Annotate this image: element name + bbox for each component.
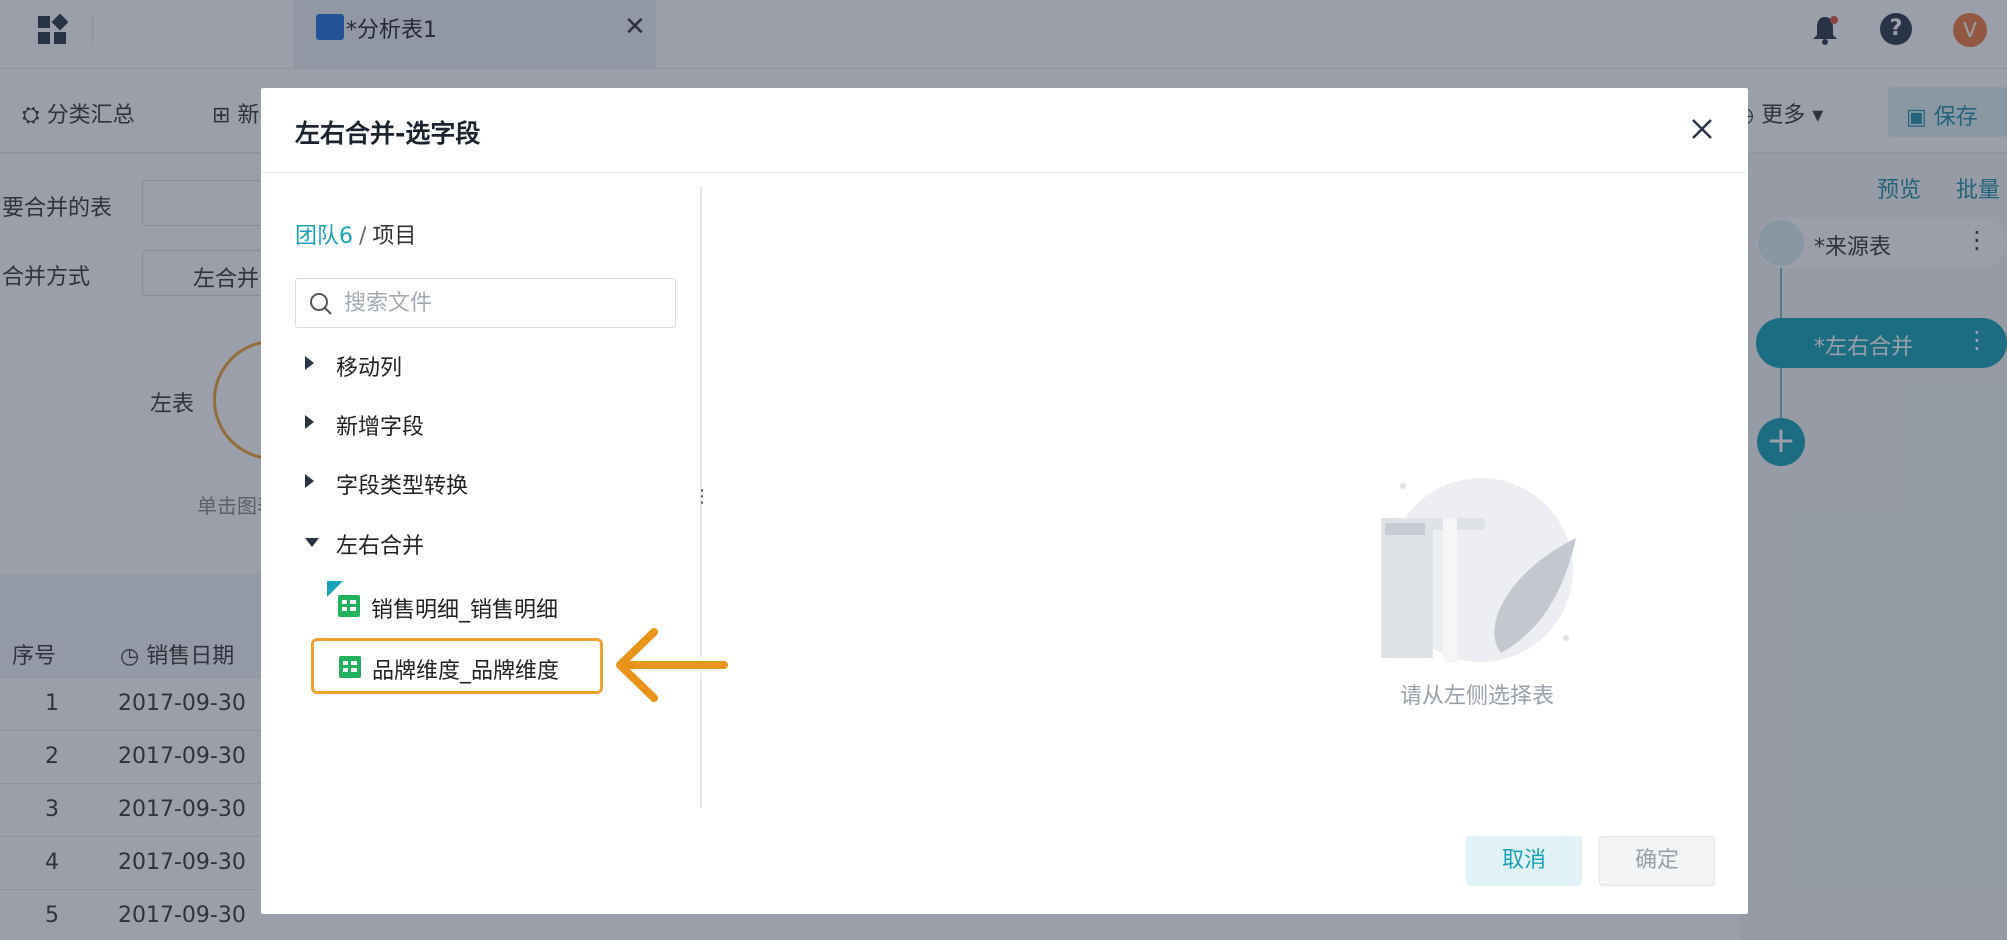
caret-down-icon[interactable] — [305, 538, 319, 547]
table-icon — [339, 656, 361, 678]
close-icon[interactable] — [1687, 114, 1717, 144]
resize-handle-icon[interactable]: ⋮ — [693, 486, 711, 507]
breadcrumb-separator: / — [359, 224, 367, 249]
tree-folder-label: 新增字段 — [336, 415, 425, 440]
caret-right-icon[interactable] — [305, 415, 314, 429]
confirm-button[interactable]: 确定 — [1599, 836, 1715, 886]
empty-state-illustration — [1381, 478, 1576, 663]
caret-right-icon[interactable] — [305, 474, 314, 488]
tree-folder-lr-merge[interactable]: 左右合并 — [295, 524, 676, 564]
caret-right-icon[interactable] — [305, 356, 314, 370]
breadcrumb: 团队6/项目 — [295, 218, 416, 250]
arrow-left-icon — [612, 624, 732, 706]
file-item-sales-detail[interactable]: 销售明细_销售明细 — [311, 581, 651, 631]
tree-folder-add-field[interactable]: 新增字段 — [295, 405, 676, 445]
cancel-button[interactable]: 取消 — [1466, 836, 1582, 886]
dialog-title: 左右合并-选字段 — [295, 119, 481, 148]
select-field-dialog: 左右合并-选字段 ⋮ 团队6/项目 移动列 新增字段 字段类型转换 左右合并 — [261, 88, 1748, 914]
breadcrumb-team[interactable]: 团队6 — [295, 224, 353, 249]
tree-folder-label: 左右合并 — [336, 534, 425, 559]
table-icon — [338, 595, 360, 617]
search-icon — [310, 293, 332, 315]
tree-folder-label: 移动列 — [336, 356, 403, 381]
file-label: 品牌维度_品牌维度 — [372, 659, 560, 684]
file-label: 销售明细_销售明细 — [371, 598, 559, 623]
search-input[interactable] — [344, 287, 664, 319]
file-item-brand-dimension[interactable]: 品牌维度_品牌维度 — [311, 638, 603, 694]
divider — [261, 172, 1748, 173]
tree-folder-type-convert[interactable]: 字段类型转换 — [295, 464, 676, 504]
empty-state-text: 请从左侧选择表 — [1400, 684, 1555, 709]
tree-folder-move-column[interactable]: 移动列 — [295, 346, 676, 386]
breadcrumb-project: 项目 — [372, 224, 417, 249]
file-search — [295, 278, 676, 328]
tree-folder-label: 字段类型转换 — [336, 474, 469, 499]
